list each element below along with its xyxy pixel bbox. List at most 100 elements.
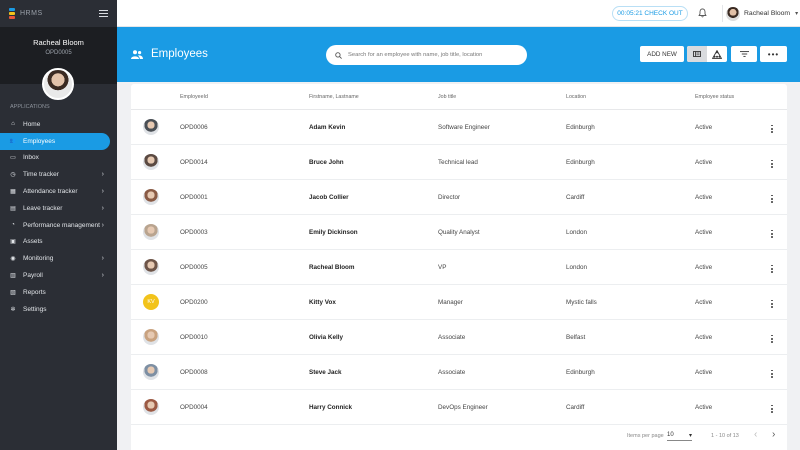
profile-name: Racheal Bloom <box>33 38 84 47</box>
employee-id-cell: OPD0008 <box>180 368 208 376</box>
sidebar-item-assets[interactable]: ▣ Assets <box>0 234 117 251</box>
chevron-right-icon: › <box>101 255 104 263</box>
table-row[interactable]: OPD0006 Adam Kevin Software Engineer Edinbu… <box>131 110 787 145</box>
sidebar-item-monitoring[interactable]: ◉ Monitoring › <box>0 250 117 267</box>
logo-icon <box>9 7 15 20</box>
avatar <box>143 259 159 275</box>
employee-name-cell: Kitty Vox <box>309 298 336 306</box>
employee-name-cell: Racheal Bloom <box>309 263 355 271</box>
performance-icon: ◔ <box>11 222 15 229</box>
job-title-cell: Technical lead <box>438 158 478 166</box>
sidebar-item-inbox[interactable]: ▭ Inbox <box>0 150 117 167</box>
sidebar-item-employees[interactable]: 👥 Employees <box>0 132 110 150</box>
sidebar-item-payroll[interactable]: ▥ Payroll › <box>0 267 117 284</box>
col-header-name[interactable]: Firstname, Lastname <box>309 94 438 100</box>
sidebar-item-time-tracker[interactable]: ◷ Time tracker › <box>0 166 117 183</box>
people-icon <box>131 49 143 59</box>
status-cell: Active <box>695 228 713 236</box>
search-icon <box>335 51 342 59</box>
table-row[interactable]: OPD0008 Steve Jack Associate Edinburgh Activ… <box>131 355 787 390</box>
next-page-button[interactable]: › <box>772 429 775 440</box>
chevron-down-icon: ▾ <box>795 11 799 17</box>
employee-name-cell: Bruce John <box>309 158 344 166</box>
location-cell: Cardiff <box>566 403 585 411</box>
more-vertical-icon[interactable] <box>771 264 773 273</box>
table-body: OPD0006 Adam Kevin Software Engineer Edinbu… <box>131 110 787 425</box>
page-header: Employees ADD NEW <box>117 27 800 82</box>
employee-id-cell: OPD0014 <box>180 158 208 166</box>
menu-icon[interactable] <box>99 9 108 18</box>
filter-button[interactable] <box>731 46 757 62</box>
more-vertical-icon[interactable] <box>771 299 773 308</box>
job-title-cell: Associate <box>438 368 466 376</box>
sidebar-item-settings[interactable]: ✲ Settings <box>0 301 117 318</box>
list-view-button[interactable] <box>687 46 707 62</box>
col-header-job-title[interactable]: Job title <box>438 94 566 100</box>
sidebar-item-leave-tracker[interactable]: ▤ Leave tracker › <box>0 200 117 217</box>
previous-page-button[interactable]: ‹ <box>754 429 757 440</box>
status-cell: Active <box>695 263 713 271</box>
employee-name-cell: Olivia Kelly <box>309 333 343 341</box>
job-title-cell: Director <box>438 193 461 201</box>
more-vertical-icon[interactable] <box>771 194 773 203</box>
col-header-location[interactable]: Location <box>566 94 695 100</box>
more-options-button[interactable]: ••• <box>760 46 787 62</box>
row-actions-cell <box>757 401 787 413</box>
employee-id-cell: OPD0005 <box>180 263 208 271</box>
view-toggle <box>687 46 727 62</box>
avatar <box>143 224 159 240</box>
avatar-cell <box>131 399 180 415</box>
avatar-cell <box>131 329 180 345</box>
chevron-right-icon: › <box>101 171 104 179</box>
avatar-cell <box>131 119 180 135</box>
location-cell: Cardiff <box>566 193 585 201</box>
employee-name-cell: Steve Jack <box>309 368 342 376</box>
more-vertical-icon[interactable] <box>771 369 773 378</box>
add-new-button[interactable]: ADD NEW <box>640 46 684 62</box>
col-header-status[interactable]: Employee status <box>695 94 757 100</box>
location-cell: Edinburgh <box>566 123 595 131</box>
sidebar-item-reports[interactable]: ▧ Reports <box>0 284 117 301</box>
employee-name-cell: Emily Dickinson <box>309 228 358 236</box>
page-size-select[interactable]: 10 ▾ <box>667 430 692 441</box>
page-title: Employees <box>151 48 208 60</box>
more-horizontal-icon: ••• <box>767 49 780 59</box>
table-row[interactable]: OPD0001 Jacob Collier Director Cardiff Activ… <box>131 180 787 215</box>
search-input[interactable] <box>348 52 523 58</box>
row-actions-cell <box>757 366 787 378</box>
search-box[interactable] <box>326 45 527 65</box>
table-row[interactable]: OPD0014 Bruce John Technical lead Edinburgh… <box>131 145 787 180</box>
sidebar-item-label: Assets <box>23 238 43 246</box>
more-vertical-icon[interactable] <box>771 334 773 343</box>
table-row[interactable]: OPD0004 Harry Connick DevOps Engineer Cardi… <box>131 390 787 425</box>
table-row[interactable]: KV OPD0200 Kitty Vox Manager Mystic falls Act… <box>131 285 787 320</box>
sidebar-item-attendance-tracker[interactable]: ▦ Attendance tracker › <box>0 183 117 200</box>
more-vertical-icon[interactable] <box>771 159 773 168</box>
status-cell: Active <box>695 333 713 341</box>
employee-name-cell: Jacob Collier <box>309 193 349 201</box>
employee-id-cell: OPD0004 <box>180 403 208 411</box>
sidebar-item-label: Settings <box>23 305 47 313</box>
table-row[interactable]: OPD0010 Olivia Kelly Associate Belfast Activ… <box>131 320 787 355</box>
table-row[interactable]: OPD0005 Racheal Bloom VP London Active <box>131 250 787 285</box>
employee-id-cell: OPD0003 <box>180 228 208 236</box>
employee-name-cell: Adam Kevin <box>309 123 346 131</box>
sidebar-item-performance-management[interactable]: ◔ Performance management › <box>0 217 117 234</box>
more-vertical-icon[interactable] <box>771 124 773 133</box>
avatar <box>143 119 159 135</box>
sidebar-item-label: Reports <box>23 288 46 296</box>
profile-avatar[interactable] <box>42 68 74 100</box>
user-menu[interactable]: Racheal Bloom ▾ <box>722 5 798 22</box>
sidebar-item-home[interactable]: ⌂ Home <box>0 116 117 133</box>
more-vertical-icon[interactable] <box>771 229 773 238</box>
pagination: Items per page 10 ▾ 1 - 10 of 13 ‹ › <box>131 425 787 447</box>
bell-icon[interactable] <box>698 8 707 18</box>
check-out-button[interactable]: 00:05:21 CHECK OUT <box>612 6 688 21</box>
col-header-employee-id[interactable]: EmployeeId <box>180 94 309 100</box>
sidebar-item-label: Inbox <box>23 154 39 162</box>
chevron-right-icon: › <box>101 204 104 212</box>
org-chart-button[interactable] <box>707 46 727 62</box>
more-vertical-icon[interactable] <box>771 404 773 413</box>
reports-icon: ▧ <box>10 289 16 296</box>
table-row[interactable]: OPD0003 Emily Dickinson Quality Analyst Lon… <box>131 215 787 250</box>
